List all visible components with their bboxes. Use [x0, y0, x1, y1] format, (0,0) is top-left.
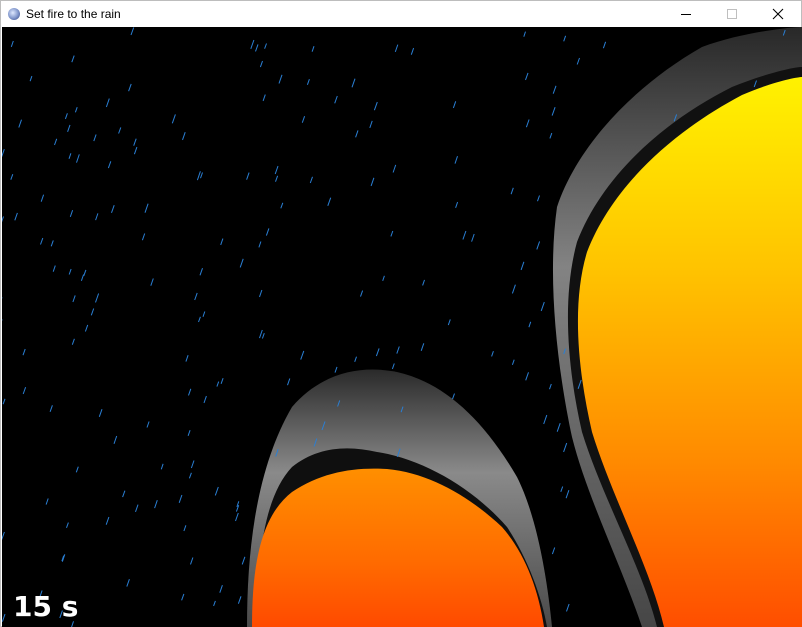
minimize-icon: [681, 14, 691, 15]
maximize-icon: [727, 9, 737, 19]
window-title: Set fire to the rain: [26, 7, 121, 21]
close-button[interactable]: [755, 1, 801, 27]
game-viewport[interactable]: 15 s: [2, 27, 802, 627]
game-window: Set fire to the rain 15 s: [0, 0, 802, 627]
title-bar[interactable]: Set fire to the rain: [1, 1, 801, 27]
close-icon: [772, 8, 784, 20]
minimize-button[interactable]: [663, 1, 709, 27]
timer-display: 15 s: [13, 590, 79, 623]
game-scene: [2, 27, 802, 627]
app-icon: [8, 8, 20, 20]
maximize-button[interactable]: [709, 1, 755, 27]
